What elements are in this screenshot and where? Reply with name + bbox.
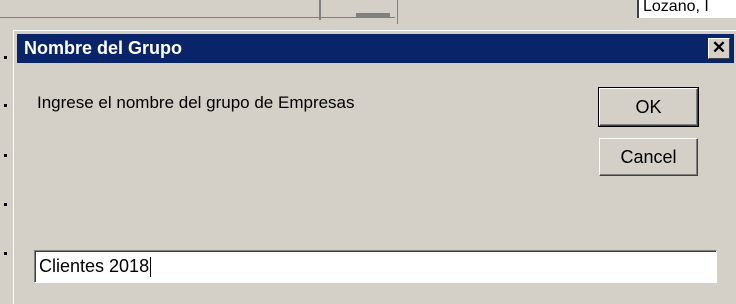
background-edge-mark	[4, 56, 7, 59]
text-caret	[150, 257, 152, 278]
background-edge-mark	[4, 252, 7, 255]
background-edge-mark	[4, 104, 7, 107]
background-panel	[397, 0, 630, 24]
group-name-value: Clientes 2018	[39, 256, 150, 276]
screen: Lozano, I Nombre del Grupo ✕ Ingrese el …	[0, 0, 736, 304]
background-text-cell: Lozano, I	[637, 0, 736, 18]
background-edge-mark	[4, 203, 7, 206]
close-button[interactable]: ✕	[708, 38, 730, 59]
close-icon: ✕	[711, 38, 727, 57]
dialog-titlebar[interactable]: Nombre del Grupo ✕	[17, 34, 734, 63]
dialog-title: Nombre del Grupo	[24, 38, 183, 58]
background-tick	[356, 13, 390, 17]
dialog-prompt: Ingrese el nombre del grupo de Empresas	[37, 93, 355, 112]
background-divider	[0, 17, 395, 18]
ok-button[interactable]: OK	[598, 87, 699, 127]
input-dialog: Nombre del Grupo ✕ Ingrese el nombre del…	[13, 30, 736, 304]
background-window: Lozano, I	[0, 0, 736, 24]
cancel-button[interactable]: Cancel	[599, 138, 698, 176]
background-tick	[319, 0, 321, 20]
group-name-input[interactable]: Clientes 2018	[34, 250, 717, 283]
background-edge-mark	[4, 154, 7, 157]
